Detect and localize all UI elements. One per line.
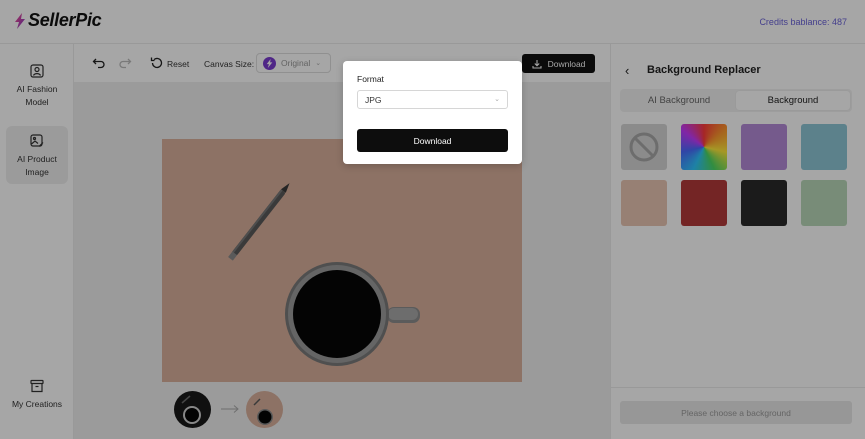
download-modal: Format JPG ⌄ Download [343, 61, 522, 164]
modal-download-button[interactable]: Download [357, 129, 508, 152]
format-label: Format [357, 74, 384, 84]
chevron-down-icon: ⌄ [494, 96, 500, 103]
format-value: JPG [365, 94, 382, 105]
format-select[interactable]: JPG ⌄ [357, 90, 508, 109]
